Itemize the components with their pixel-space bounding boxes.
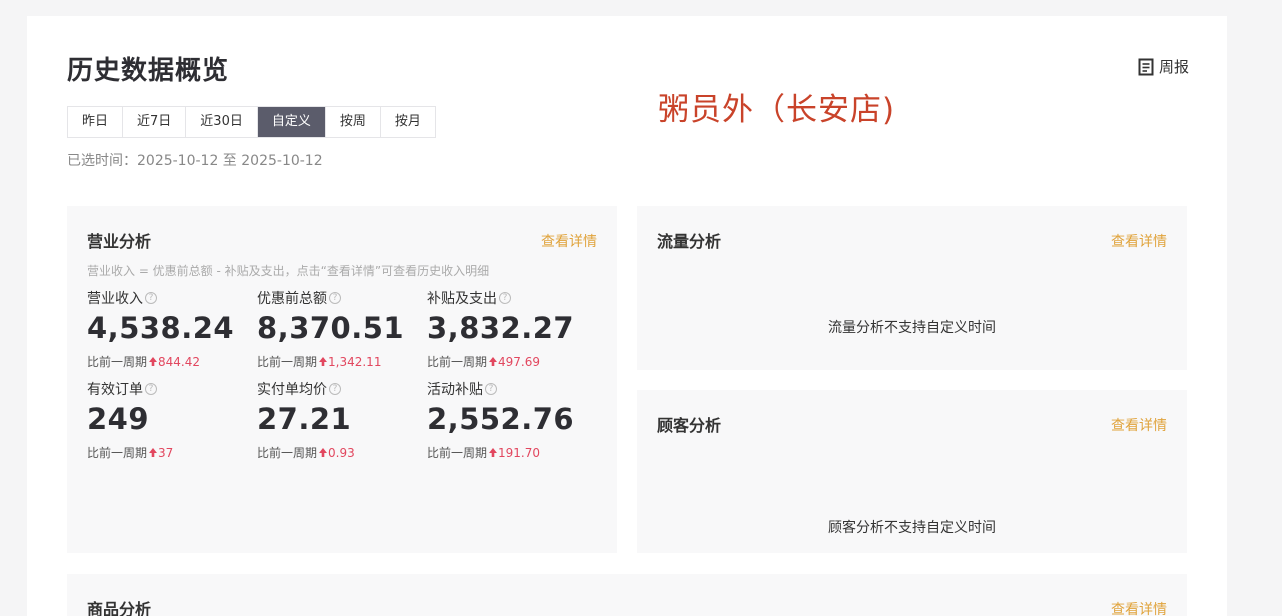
tab-by-week[interactable]: 按周 <box>325 107 381 137</box>
arrow-up-icon <box>489 357 498 366</box>
selected-time: 已选时间：2025-10-12 至 2025-10-12 <box>67 153 323 169</box>
metric-label: 优惠前总额 <box>257 291 327 307</box>
help-icon[interactable]: ? <box>329 292 341 304</box>
customer-analysis-card: 顾客分析 查看详情 顾客分析不支持自定义时间 <box>637 390 1187 553</box>
metric-subsidy-expense: 补贴及支出? 3,832.27 比前一周期 497.69 <box>427 289 597 370</box>
weekly-report-label: 周报 <box>1158 58 1189 76</box>
business-note: 营业收入 = 优惠前总额 - 补贴及支出，点击“查看详情”可查看历史收入明细 <box>87 264 490 278</box>
page-title: 历史数据概览 <box>67 56 230 86</box>
metric-valid-orders: 有效订单? 249 比前一周期 37 <box>87 380 257 461</box>
metric-compare-label: 比前一周期 <box>87 355 148 369</box>
metric-activity-subsidy: 活动补贴? 2,552.76 比前一周期 191.70 <box>427 380 597 461</box>
metric-revenue: 营业收入? 4,538.24 比前一周期 844.42 <box>87 289 257 370</box>
tab-yesterday[interactable]: 昨日 <box>68 107 124 137</box>
traffic-card-title: 流量分析 <box>657 232 722 251</box>
metric-delta: 0.93 <box>328 445 355 460</box>
metric-label: 有效订单 <box>87 382 143 398</box>
metric-delta: 1,342.11 <box>328 354 382 369</box>
arrow-up-icon <box>319 357 328 366</box>
report-icon <box>1138 58 1154 75</box>
help-icon[interactable]: ? <box>329 383 341 395</box>
tab-custom[interactable]: 自定义 <box>257 107 326 137</box>
arrow-up-icon <box>319 448 328 457</box>
metric-label: 活动补贴 <box>427 382 483 398</box>
metric-value: 2,552.76 <box>427 402 575 436</box>
metric-compare-label: 比前一周期 <box>427 446 488 460</box>
metric-value: 4,538.24 <box>87 311 235 345</box>
metric-label: 营业收入 <box>87 291 143 307</box>
help-icon[interactable]: ? <box>499 292 511 304</box>
store-name: 粥员外（长安店) <box>658 92 896 128</box>
weekly-report-button[interactable]: 周报 <box>1138 56 1189 77</box>
business-view-details-link[interactable]: 查看详情 <box>541 231 597 251</box>
arrow-up-icon <box>149 357 158 366</box>
metric-compare-label: 比前一周期 <box>87 446 148 460</box>
metric-label: 实付单均价 <box>257 382 327 398</box>
metric-value: 3,832.27 <box>427 311 575 345</box>
tab-by-month[interactable]: 按月 <box>380 107 435 137</box>
metric-delta: 497.69 <box>498 354 541 369</box>
metric-avg-paid-per-order: 实付单均价? 27.21 比前一周期 0.93 <box>257 380 427 461</box>
product-card-title: 商品分析 <box>87 600 152 616</box>
business-card-title: 营业分析 <box>87 232 152 251</box>
product-analysis-card: 商品分析 查看详情 <box>67 574 1187 616</box>
metric-value: 27.21 <box>257 402 352 436</box>
traffic-view-details-link[interactable]: 查看详情 <box>1111 231 1167 251</box>
metric-gross-before-discount: 优惠前总额? 8,370.51 比前一周期 1,342.11 <box>257 289 427 370</box>
traffic-analysis-card: 流量分析 查看详情 流量分析不支持自定义时间 <box>637 206 1187 370</box>
metric-delta: 37 <box>158 445 174 460</box>
metric-delta: 191.70 <box>498 445 541 460</box>
help-icon[interactable]: ? <box>485 383 497 395</box>
help-icon[interactable]: ? <box>145 292 157 304</box>
arrow-up-icon <box>149 448 158 457</box>
tab-last-7-days[interactable]: 近7日 <box>123 107 187 137</box>
help-icon[interactable]: ? <box>145 383 157 395</box>
customer-empty-message: 顾客分析不支持自定义时间 <box>828 520 996 536</box>
metric-compare-label: 比前一周期 <box>257 355 318 369</box>
metric-compare-label: 比前一周期 <box>427 355 488 369</box>
metric-label: 补贴及支出 <box>427 291 497 307</box>
customer-card-title: 顾客分析 <box>657 416 722 435</box>
metric-delta: 844.42 <box>158 354 201 369</box>
overview-page: 历史数据概览 周报 粥员外（长安店) 昨日 近7日 近30日 自定义 按周 按月… <box>27 16 1227 616</box>
arrow-up-icon <box>489 448 498 457</box>
metric-value: 8,370.51 <box>257 311 405 345</box>
metric-compare-label: 比前一周期 <box>257 446 318 460</box>
date-range-tabs: 昨日 近7日 近30日 自定义 按周 按月 <box>67 106 436 138</box>
customer-view-details-link[interactable]: 查看详情 <box>1111 415 1167 435</box>
business-analysis-card: 营业分析 查看详情 营业收入 = 优惠前总额 - 补贴及支出，点击“查看详情”可… <box>67 206 617 553</box>
traffic-empty-message: 流量分析不支持自定义时间 <box>828 320 996 336</box>
product-view-details-link[interactable]: 查看详情 <box>1111 599 1167 616</box>
metric-value: 249 <box>87 402 150 436</box>
tab-last-30-days[interactable]: 近30日 <box>186 107 258 137</box>
